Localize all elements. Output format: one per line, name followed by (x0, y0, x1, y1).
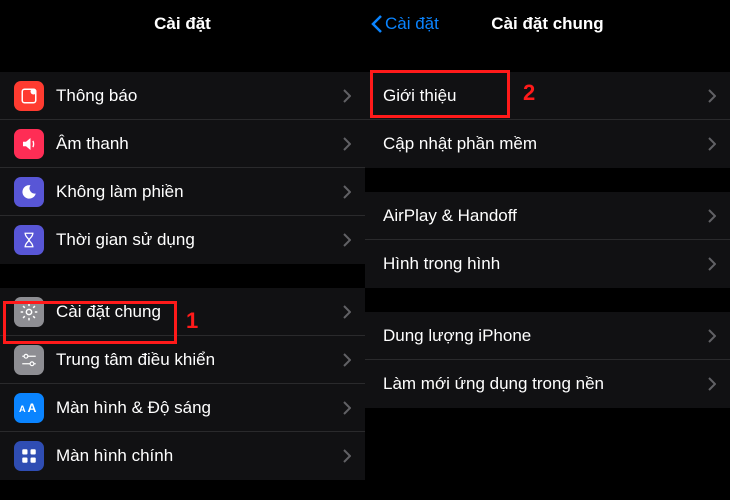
row-dnd[interactable]: Không làm phiền (0, 168, 365, 216)
sound-icon (14, 129, 44, 159)
row-about[interactable]: Giới thiệu (365, 72, 730, 120)
chevron-right-icon (343, 185, 351, 199)
row-general[interactable]: Cài đặt chung (0, 288, 365, 336)
row-display[interactable]: AA Màn hình & Độ sáng (0, 384, 365, 432)
settings-group-1: Thông báo Âm thanh Không làm phiền (0, 72, 365, 264)
chevron-right-icon (708, 257, 716, 271)
settings-title: Cài đặt (154, 14, 211, 34)
row-screentime[interactable]: Thời gian sử dụng (0, 216, 365, 264)
row-label: Thông báo (56, 86, 343, 106)
svg-text:A: A (19, 403, 26, 413)
row-label: Làm mới ứng dụng trong nền (383, 374, 708, 394)
general-group-3: Dung lượng iPhone Làm mới ứng dụng trong… (365, 312, 730, 408)
spacer (365, 288, 730, 312)
spacer (0, 264, 365, 288)
row-label: Cài đặt chung (56, 302, 343, 322)
general-header: Cài đặt Cài đặt chung (365, 0, 730, 48)
settings-root-pane: Cài đặt Thông báo Âm thanh (0, 0, 365, 500)
row-label: Màn hình chính (56, 446, 343, 466)
chevron-right-icon (343, 89, 351, 103)
chevron-right-icon (708, 137, 716, 151)
grid-icon (14, 441, 44, 471)
row-label: Giới thiệu (383, 86, 708, 106)
row-label: Thời gian sử dụng (56, 230, 343, 250)
chevron-right-icon (343, 401, 351, 415)
chevron-right-icon (708, 329, 716, 343)
chevron-right-icon (708, 89, 716, 103)
back-label: Cài đặt (385, 14, 439, 34)
chevron-right-icon (343, 305, 351, 319)
general-settings-pane: Cài đặt Cài đặt chung Giới thiệu Cập nhậ… (365, 0, 730, 500)
row-homescreen[interactable]: Màn hình chính (0, 432, 365, 480)
row-control-center[interactable]: Trung tâm điều khiển (0, 336, 365, 384)
row-label: Màn hình & Độ sáng (56, 398, 343, 418)
row-iphone-storage[interactable]: Dung lượng iPhone (365, 312, 730, 360)
row-label: Âm thanh (56, 134, 343, 154)
general-title: Cài đặt chung (491, 14, 603, 34)
moon-icon (14, 177, 44, 207)
chevron-right-icon (708, 209, 716, 223)
row-software-update[interactable]: Cập nhật phần mềm (365, 120, 730, 168)
svg-text:A: A (27, 401, 36, 415)
notifications-icon (14, 81, 44, 111)
row-background-app-refresh[interactable]: Làm mới ứng dụng trong nền (365, 360, 730, 408)
row-label: Cập nhật phần mềm (383, 134, 708, 154)
chevron-right-icon (343, 137, 351, 151)
sliders-icon (14, 345, 44, 375)
settings-header: Cài đặt (0, 0, 365, 48)
row-airplay-handoff[interactable]: AirPlay & Handoff (365, 192, 730, 240)
row-notifications[interactable]: Thông báo (0, 72, 365, 120)
row-label: Dung lượng iPhone (383, 326, 708, 346)
row-label: Trung tâm điều khiển (56, 350, 343, 370)
chevron-right-icon (708, 377, 716, 391)
general-group-1: Giới thiệu Cập nhật phần mềm (365, 72, 730, 168)
row-sounds[interactable]: Âm thanh (0, 120, 365, 168)
spacer (365, 168, 730, 192)
chevron-right-icon (343, 233, 351, 247)
back-button[interactable]: Cài đặt (371, 0, 439, 48)
gear-icon (14, 297, 44, 327)
row-label: AirPlay & Handoff (383, 206, 708, 226)
settings-group-2: Cài đặt chung Trung tâm điều khiển AA Mà… (0, 288, 365, 480)
row-label: Hình trong hình (383, 254, 708, 274)
spacer (0, 48, 365, 72)
spacer (365, 48, 730, 72)
row-picture-in-picture[interactable]: Hình trong hình (365, 240, 730, 288)
text-size-icon: AA (14, 393, 44, 423)
chevron-left-icon (371, 14, 383, 34)
annotation-number-1: 1 (186, 308, 198, 334)
general-group-2: AirPlay & Handoff Hình trong hình (365, 192, 730, 288)
chevron-right-icon (343, 449, 351, 463)
annotation-number-2: 2 (523, 80, 535, 106)
hourglass-icon (14, 225, 44, 255)
row-label: Không làm phiền (56, 182, 343, 202)
chevron-right-icon (343, 353, 351, 367)
